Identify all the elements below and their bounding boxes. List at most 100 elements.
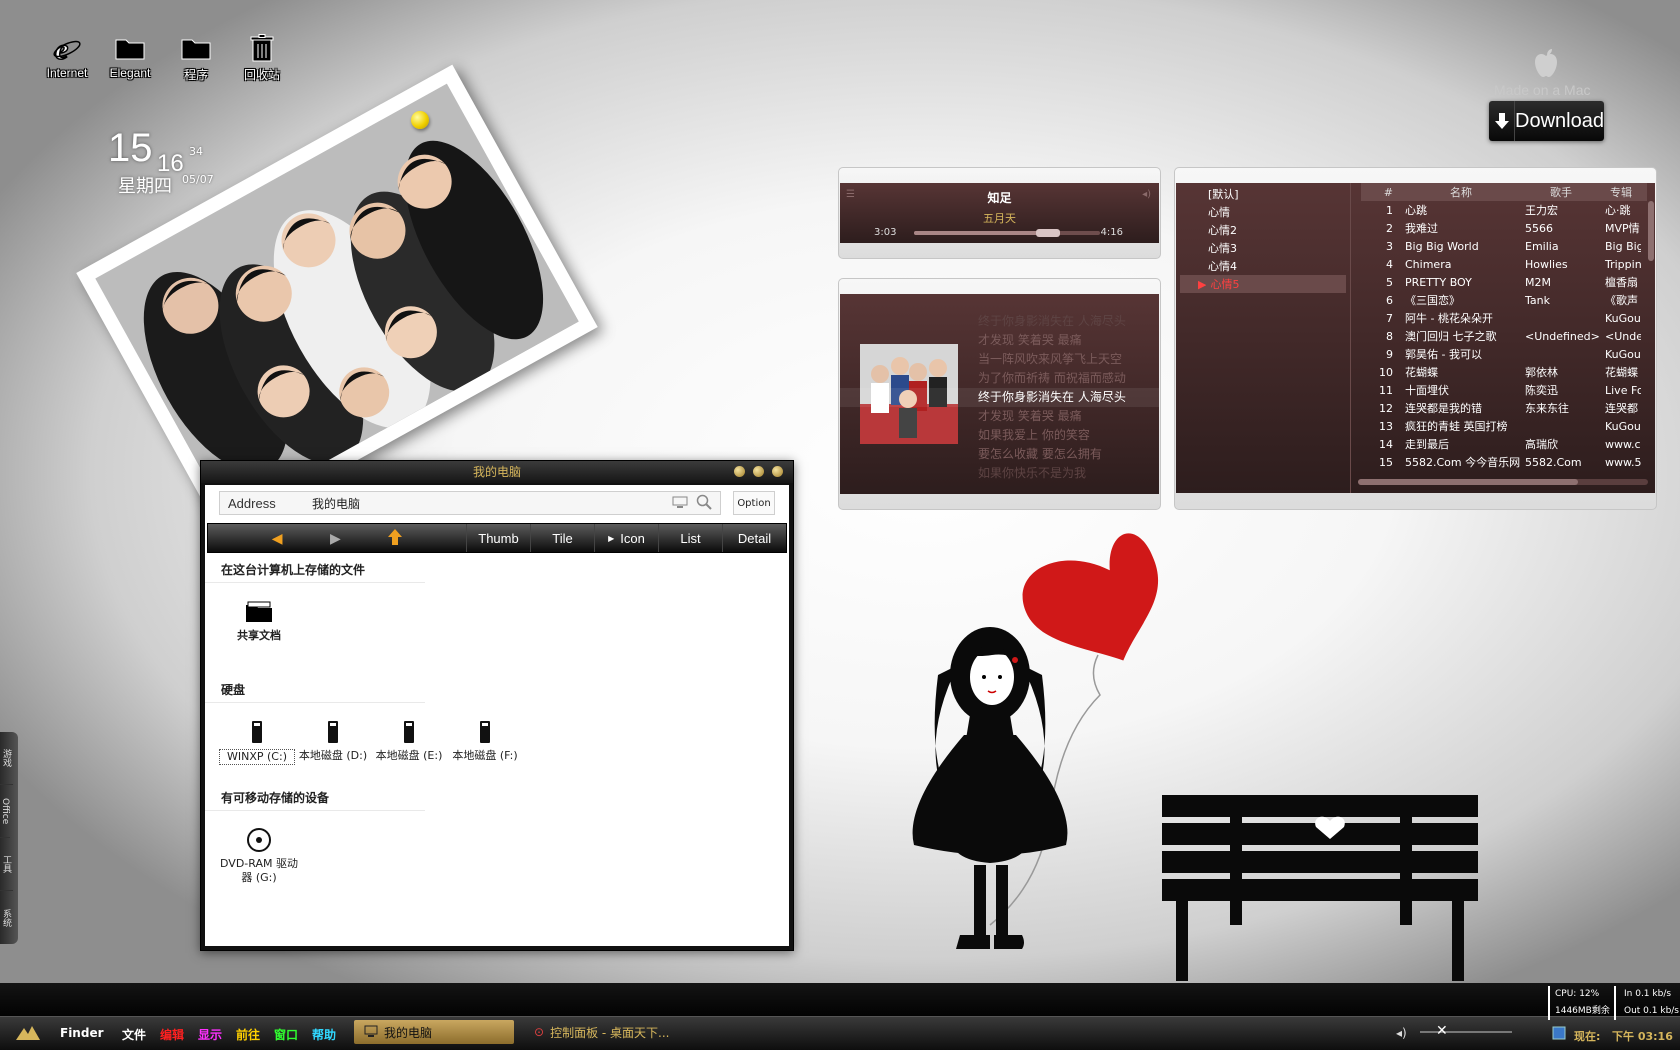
- dock-tab-games[interactable]: 游戏: [0, 732, 13, 785]
- memory-free: 1446MB剩余: [1555, 1006, 1610, 1016]
- clock-weekday: 星期四: [118, 176, 172, 197]
- column-header[interactable]: 名称: [1401, 184, 1521, 200]
- folder-icon: [219, 595, 299, 629]
- track-row[interactable]: 1 心跳 王力宏 心·跳: [1361, 201, 1647, 219]
- desktop-icon-internet[interactable]: e Internet: [34, 30, 100, 80]
- lyric-line: 为了你而祈祷 而祝福而感动: [978, 371, 1126, 385]
- download-button[interactable]: Download: [1489, 101, 1604, 141]
- volume-slider-handle[interactable]: ✕: [1436, 1023, 1448, 1039]
- dock-tab-tools[interactable]: 工具: [0, 838, 13, 891]
- address-bar[interactable]: Address 我的电脑: [219, 491, 721, 515]
- playlist-group-item[interactable]: [默认]: [1176, 185, 1350, 203]
- track-row[interactable]: 10 花蝴蝶 郭依林 花蝴蝶: [1361, 363, 1647, 381]
- progress-handle[interactable]: [1035, 229, 1060, 237]
- side-dock: 游戏 Office 工具 系统: [0, 732, 18, 944]
- volume-slider[interactable]: [1420, 1031, 1512, 1033]
- track-row[interactable]: 9 郭昊佑 - 我可以 KuGou: [1361, 345, 1647, 363]
- desktop-icon-elegant[interactable]: Elegant: [97, 30, 163, 80]
- network-tray-icon[interactable]: [1552, 1026, 1566, 1043]
- folder-item[interactable]: 共享文档: [219, 595, 299, 643]
- time-label: 现在:: [1574, 1030, 1601, 1043]
- view-icon-button[interactable]: ▶ Icon: [594, 524, 658, 552]
- start-menu-icon[interactable]: [16, 1024, 40, 1043]
- track-row[interactable]: 3 Big Big World Emilia Big Big: [1361, 237, 1647, 255]
- track-album: Big Big: [1605, 239, 1641, 253]
- track-row[interactable]: 11 十面埋伏 陈奕迅 Live Fo: [1361, 381, 1647, 399]
- volume-icon[interactable]: ◂): [1142, 189, 1151, 200]
- dock-tab-system[interactable]: 系统: [0, 891, 13, 944]
- menu-item[interactable]: 文件: [122, 1026, 146, 1043]
- view-detail-button[interactable]: Detail: [722, 524, 786, 552]
- desktop-icon-label: 程序: [183, 68, 208, 82]
- track-row[interactable]: 15 5582.Com 今今音乐网 5582.Com www.5: [1361, 453, 1647, 471]
- view-tile-button[interactable]: Tile: [530, 524, 594, 552]
- playlist-group-item[interactable]: 心情2: [1176, 221, 1350, 239]
- explorer-titlebar[interactable]: 我的电脑: [201, 461, 793, 483]
- desktop-icon-recycle-bin[interactable]: 回收站: [229, 30, 295, 83]
- section-title: 在这台计算机上存储的文件: [205, 553, 425, 583]
- playlist-group-item[interactable]: 心情4: [1176, 257, 1350, 275]
- drive-item[interactable]: 本地磁盘 (D:): [295, 715, 371, 765]
- track-title: 心跳: [1405, 204, 1427, 217]
- track-artist: 5566: [1525, 221, 1553, 235]
- view-list-button[interactable]: List: [658, 524, 722, 552]
- up-folder-icon[interactable]: [388, 528, 403, 548]
- back-icon[interactable]: ◀: [272, 530, 283, 547]
- track-row[interactable]: 4 Chimera Howlies Trippin: [1361, 255, 1647, 273]
- column-header[interactable]: 专辑: [1601, 184, 1641, 200]
- menu-item[interactable]: 前往: [236, 1026, 260, 1043]
- menu-finder[interactable]: Finder: [60, 1026, 104, 1040]
- forward-icon[interactable]: ▶: [330, 530, 341, 547]
- track-title: 《三国恋》: [1405, 294, 1460, 307]
- menu-item[interactable]: 显示: [198, 1026, 222, 1043]
- menu-item[interactable]: 编辑: [160, 1026, 184, 1043]
- track-number: 10: [1379, 365, 1393, 379]
- view-thumb-button[interactable]: Thumb: [466, 524, 530, 552]
- menu-item[interactable]: 窗口: [274, 1026, 298, 1043]
- search-icon[interactable]: [696, 494, 712, 513]
- track-table-header: # 名称 歌手 专辑: [1361, 183, 1647, 201]
- desktop-icon-label: 回收站: [243, 68, 280, 82]
- lyric-line: 才发现 笑着哭 最痛: [978, 333, 1082, 347]
- track-row[interactable]: 6 《三国恋》 Tank 《歌声: [1361, 291, 1647, 309]
- dock-tab-office[interactable]: Office: [0, 785, 10, 838]
- maximize-button[interactable]: [753, 466, 764, 477]
- track-row[interactable]: 12 连哭都是我的错 东来东往 连哭都: [1361, 399, 1647, 417]
- horizontal-scrollbar[interactable]: [1358, 479, 1648, 485]
- track-row[interactable]: 7 阿牛 - 桃花朵朵开 KuGou: [1361, 309, 1647, 327]
- column-header[interactable]: #: [1361, 186, 1401, 199]
- address-value[interactable]: 我的电脑: [312, 495, 672, 512]
- track-row[interactable]: 14 走到最后 高瑞欣 www.c: [1361, 435, 1647, 453]
- scrollbar-thumb[interactable]: [1358, 479, 1578, 485]
- download-label: Download: [1515, 109, 1604, 132]
- playlist-group-item-active[interactable]: ▶ 心情5: [1180, 275, 1346, 293]
- dvd-drive-item[interactable]: DVD-RAM 驱动器 (G:): [219, 823, 299, 885]
- pushpin-icon: [411, 111, 429, 129]
- option-button[interactable]: Option: [733, 491, 775, 515]
- control-panel-icon: ⊙: [534, 1025, 545, 1039]
- task-my-computer[interactable]: 我的电脑: [354, 1020, 514, 1044]
- track-row[interactable]: 5 PRETTY BOY M2M 檀香扇: [1361, 273, 1647, 291]
- vertical-scrollbar-thumb[interactable]: [1648, 201, 1654, 261]
- task-control-panel[interactable]: ⊙ 控制面板 - 桌面天下...: [524, 1020, 684, 1044]
- playlist-group-label: 心情5: [1210, 278, 1240, 291]
- playlist-group-item[interactable]: 心情: [1176, 203, 1350, 221]
- minimize-button[interactable]: [734, 466, 745, 477]
- drive-item[interactable]: 本地磁盘 (F:): [447, 715, 523, 765]
- progress-track[interactable]: [914, 231, 1100, 235]
- track-row[interactable]: 8 澳门回归 七子之歌 <Undefined> <Unde: [1361, 327, 1647, 345]
- net-out: Out 0.1 kb/s: [1624, 1006, 1679, 1016]
- playlist-group-item[interactable]: 心情3: [1176, 239, 1350, 257]
- volume-icon[interactable]: ◂): [1396, 1026, 1407, 1040]
- taskbar-clock[interactable]: 下午 03:16: [1612, 1028, 1673, 1044]
- player-menu-icon[interactable]: ☰: [846, 189, 855, 200]
- track-album: KuGou: [1605, 347, 1641, 361]
- track-row[interactable]: 2 我难过 5566 MVP情: [1361, 219, 1647, 237]
- track-row[interactable]: 13 疯狂的青蛙 英国打榜 KuGou: [1361, 417, 1647, 435]
- desktop-icon-programs[interactable]: 程序: [163, 30, 229, 83]
- column-header[interactable]: 歌手: [1521, 184, 1601, 200]
- menu-item[interactable]: 帮助: [312, 1026, 336, 1043]
- drive-item[interactable]: WINXP (C:): [219, 715, 295, 765]
- close-button[interactable]: [772, 466, 783, 477]
- drive-item[interactable]: 本地磁盘 (E:): [371, 715, 447, 765]
